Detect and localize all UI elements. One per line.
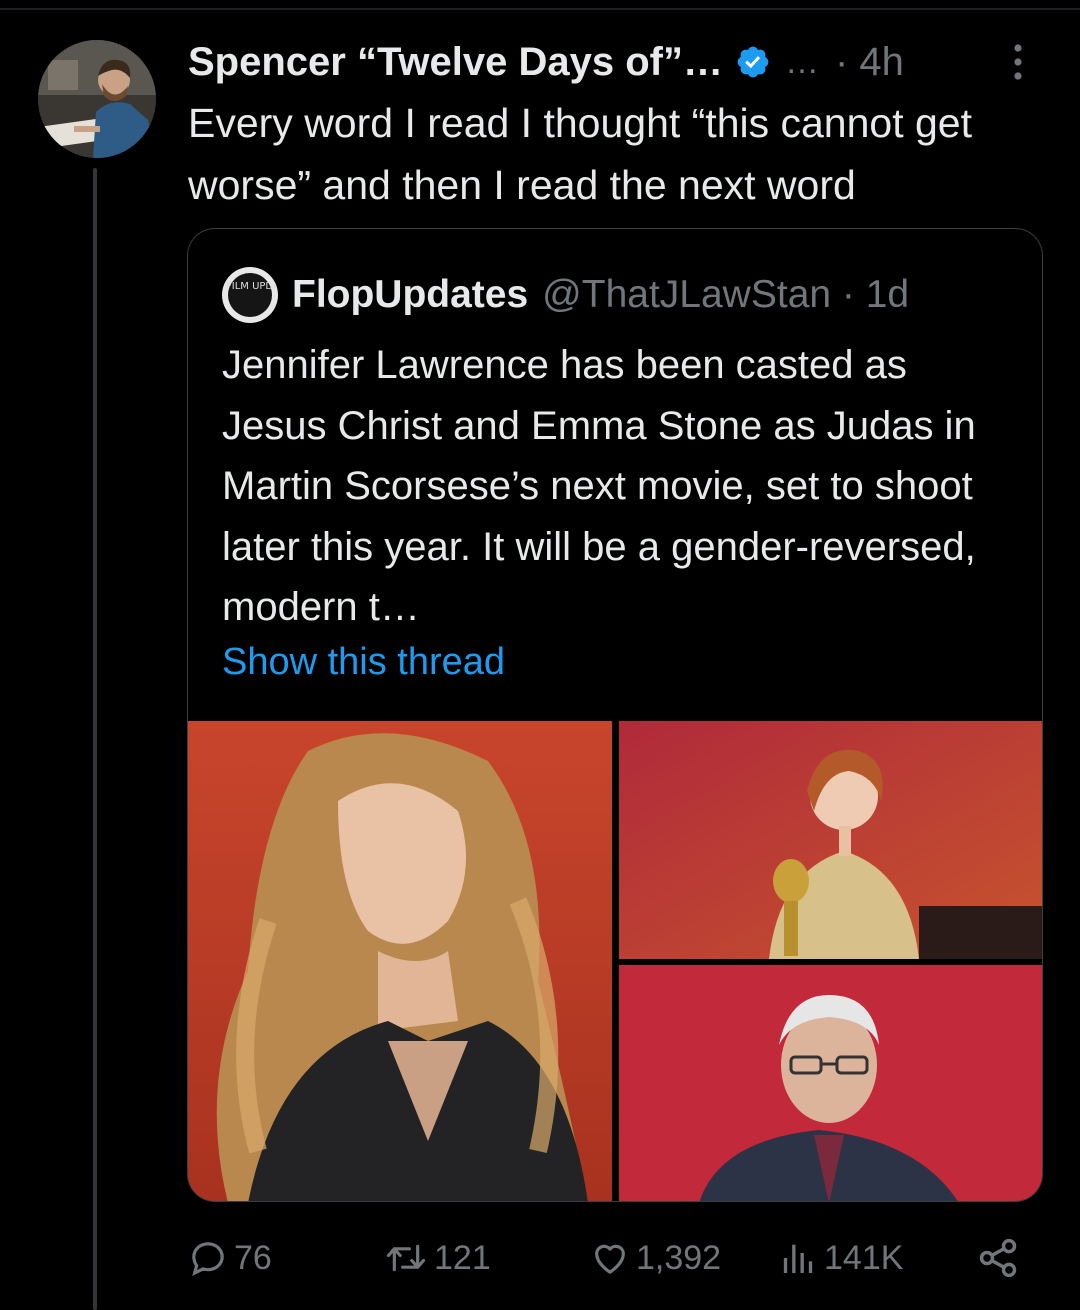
like-button[interactable]: 1,392: [590, 1228, 721, 1288]
quoted-author-avatar[interactable]: FILM UPDATES: [222, 267, 278, 323]
tweet-time[interactable]: · 4h: [835, 40, 904, 85]
reply-icon: [192, 1242, 224, 1276]
heart-icon: [595, 1244, 625, 1274]
tweet-header: Spencer “Twelve Days of”… … · 4h: [188, 36, 1038, 88]
share-button[interactable]: [976, 1228, 1026, 1288]
quoted-author-handle[interactable]: @ThatJLawStan · 1d: [542, 273, 909, 317]
verified-badge-icon: [737, 46, 769, 78]
repost-button[interactable]: 121: [384, 1228, 491, 1288]
author-avatar-image: [38, 40, 156, 158]
repost-count: 121: [434, 1238, 491, 1277]
reply-count: 76: [234, 1238, 272, 1277]
quoted-tweet-header: FILM UPDATES FlopUpdates @ThatJLawStan ·…: [222, 267, 909, 323]
reply-button[interactable]: 76: [188, 1228, 272, 1288]
author-avatar[interactable]: [38, 40, 156, 158]
author-name[interactable]: Spencer “Twelve Days of”…: [188, 40, 723, 85]
views-chart-icon: [783, 1244, 813, 1273]
thread-connector-line: [93, 168, 97, 1310]
show-thread-link[interactable]: Show this thread: [222, 641, 505, 684]
media-photo-3[interactable]: [619, 965, 1042, 1201]
more-vertical-icon[interactable]: [1008, 40, 1028, 84]
media-photo-2[interactable]: [619, 721, 1042, 959]
media-photo-1[interactable]: [188, 721, 612, 1201]
quoted-media-grid: [188, 721, 1042, 1201]
views-count: 141K: [824, 1238, 904, 1277]
quoted-author-name[interactable]: FlopUpdates: [292, 273, 528, 317]
like-count: 1,392: [636, 1238, 722, 1277]
tweet-actions-bar: 76 121 1,392 141K: [0, 1228, 1080, 1288]
quoted-avatar-logo-text: FILM UPDATES: [226, 281, 278, 292]
extra-badges: …: [785, 42, 819, 81]
tweet-text: Every word I read I thought “this cannot…: [188, 100, 972, 208]
share-icon: [979, 1238, 1017, 1278]
quoted-tweet-card[interactable]: FILM UPDATES FlopUpdates @ThatJLawStan ·…: [187, 228, 1043, 1202]
repost-icon: [386, 1244, 426, 1272]
quoted-tweet-text: Jennifer Lawrence has been casted as Jes…: [222, 343, 976, 629]
top-divider: [0, 8, 1080, 10]
views-button[interactable]: 141K: [778, 1228, 903, 1288]
